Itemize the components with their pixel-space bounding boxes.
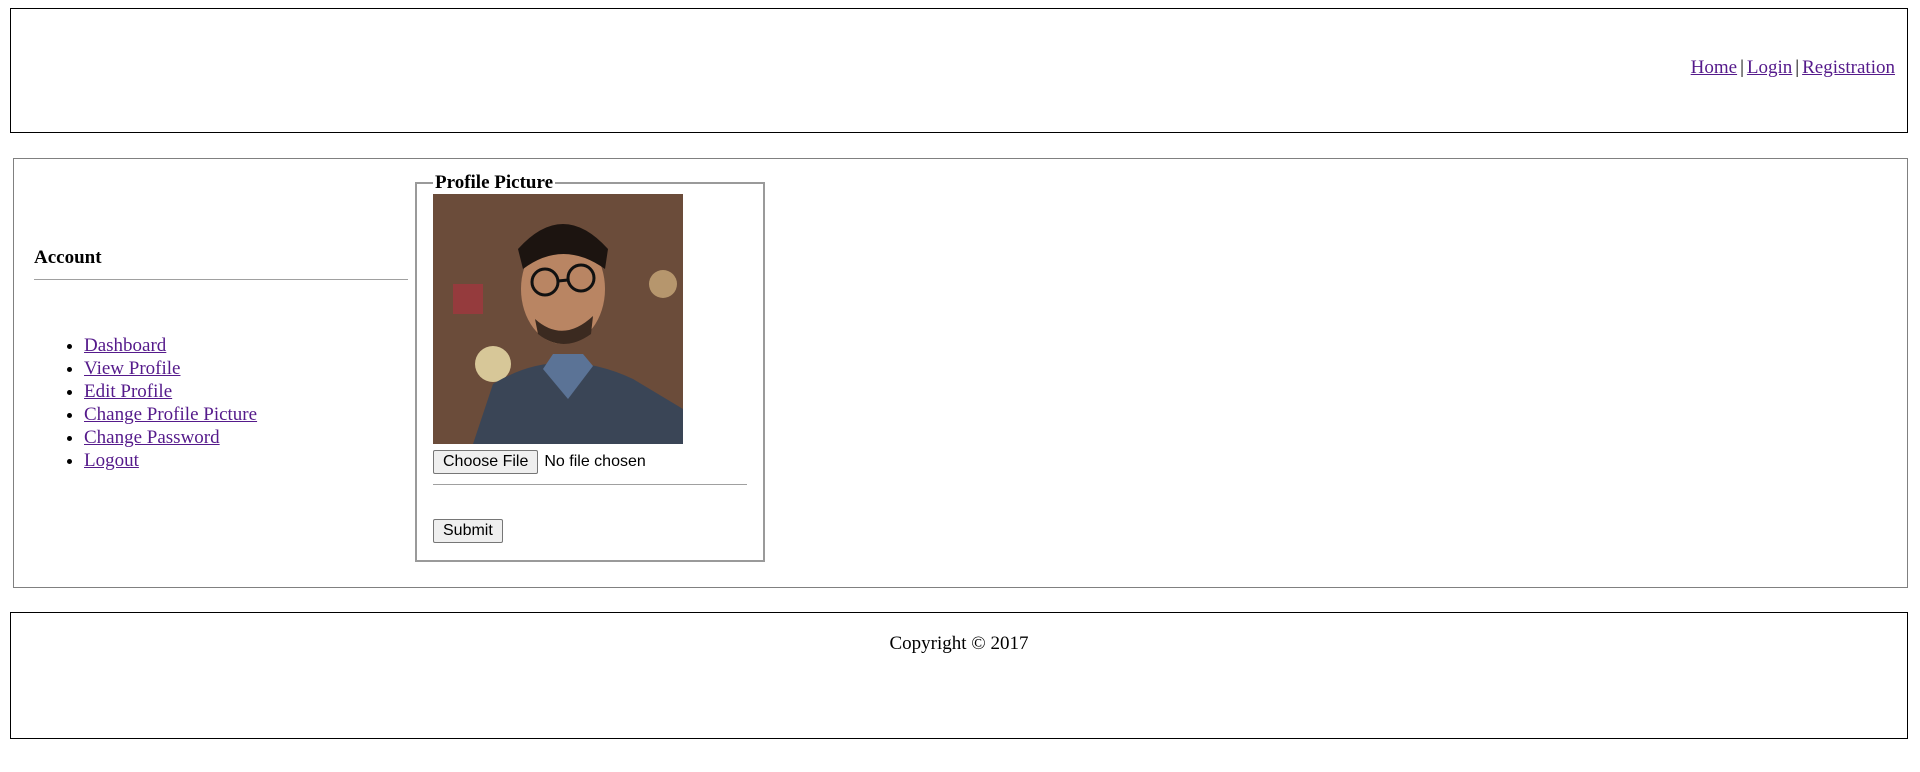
sidebar-menu: Dashboard View Profile Edit Profile Chan… (34, 334, 408, 472)
profile-photo-illustration (433, 194, 683, 444)
sidebar-item-change-profile-picture: Change Profile Picture (84, 403, 408, 426)
sidebar-item-edit-profile: Edit Profile (84, 380, 408, 403)
nav-separator: | (1795, 57, 1800, 78)
sidebar-item-change-password: Change Password (84, 426, 408, 449)
file-input-row: Choose File No file chosen (433, 450, 747, 474)
submit-row: Submit (433, 519, 747, 543)
copyright-text: Copyright © 2017 (889, 633, 1029, 654)
main-content: Account Dashboard View Profile Edit Prof… (13, 158, 1908, 588)
change-password-link[interactable]: Change Password (84, 427, 220, 448)
change-profile-picture-link[interactable]: Change Profile Picture (84, 404, 257, 425)
profile-picture-fieldset: Profile Picture Choose File No file chos… (415, 172, 765, 562)
submit-button[interactable]: Submit (433, 519, 503, 543)
profile-picture-legend: Profile Picture (435, 172, 553, 193)
logout-link[interactable]: Logout (84, 450, 139, 471)
sidebar-divider (34, 279, 408, 280)
nav-registration-link[interactable]: Registration (1802, 57, 1895, 78)
top-nav: Home | Login | Registration (1691, 57, 1895, 79)
file-status-text: No file chosen (544, 453, 646, 470)
sidebar-item-dashboard: Dashboard (84, 334, 408, 357)
view-profile-link[interactable]: View Profile (84, 358, 180, 379)
dashboard-link[interactable]: Dashboard (84, 335, 166, 356)
sidebar-title: Account (34, 247, 102, 268)
choose-file-button[interactable]: Choose File (433, 450, 539, 474)
page-footer: Copyright © 2017 (10, 612, 1908, 739)
sidebar-item-logout: Logout (84, 449, 408, 472)
page-header: Home | Login | Registration (10, 8, 1908, 133)
nav-separator: | (1740, 57, 1744, 78)
nav-home-link[interactable]: Home (1691, 57, 1737, 78)
sidebar-item-view-profile: View Profile (84, 357, 408, 380)
edit-profile-link[interactable]: Edit Profile (84, 381, 172, 402)
nav-login-link[interactable]: Login (1747, 57, 1792, 78)
profile-photo (433, 194, 683, 444)
form-divider (433, 484, 747, 485)
account-sidebar: Account Dashboard View Profile Edit Prof… (34, 247, 408, 472)
